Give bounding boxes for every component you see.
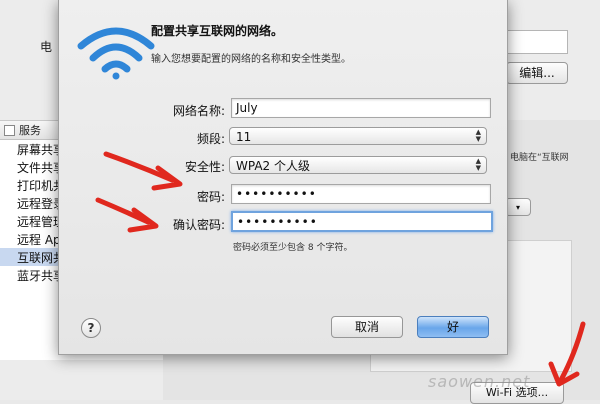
chevron-updown-icon: ▲ ▼ [475, 157, 481, 172]
chevron-updown-icon: ▲ ▼ [475, 128, 481, 143]
annotation-arrow-icon [103, 151, 183, 191]
annotation-arrow-icon [548, 321, 586, 387]
annotation-arrow-icon [95, 197, 159, 233]
network-name-input[interactable]: July [231, 98, 491, 118]
help-button[interactable]: ? [81, 318, 101, 338]
ok-button[interactable]: 好 [417, 316, 489, 338]
dialog-subtitle: 输入您想要配置的网络的名称和安全性类型。 [151, 54, 351, 65]
dialog-title: 配置共享互联网的网络。 [151, 24, 284, 38]
network-name-label: 网络名称: [172, 104, 225, 118]
cancel-button[interactable]: 取消 [331, 316, 403, 338]
computer-name-label: 电 [40, 40, 53, 54]
wifi-icon [77, 27, 155, 80]
password-input[interactable]: •••••••••• [231, 184, 491, 204]
computer-name-field[interactable] [506, 30, 568, 54]
password-hint: 密码必须至少包含 8 个字符。 [233, 243, 353, 253]
service-list-footer [0, 360, 163, 400]
channel-label: 频段: [196, 132, 225, 146]
chevron-updown-icon: ▾ [515, 203, 520, 212]
watermark: saowen.net [428, 372, 531, 391]
sharing-note: 电脑在“互联网 [510, 153, 569, 163]
channel-popup[interactable]: 11 ▲ ▼ [229, 127, 487, 145]
confirm-password-input[interactable]: •••••••••• [231, 211, 493, 232]
security-popup[interactable]: WPA2 个人级 ▲ ▼ [229, 156, 487, 174]
share-from-popup[interactable]: ▾ [505, 198, 531, 216]
edit-button[interactable]: 编辑... [506, 62, 568, 84]
column-checkbox-icon [4, 124, 15, 136]
